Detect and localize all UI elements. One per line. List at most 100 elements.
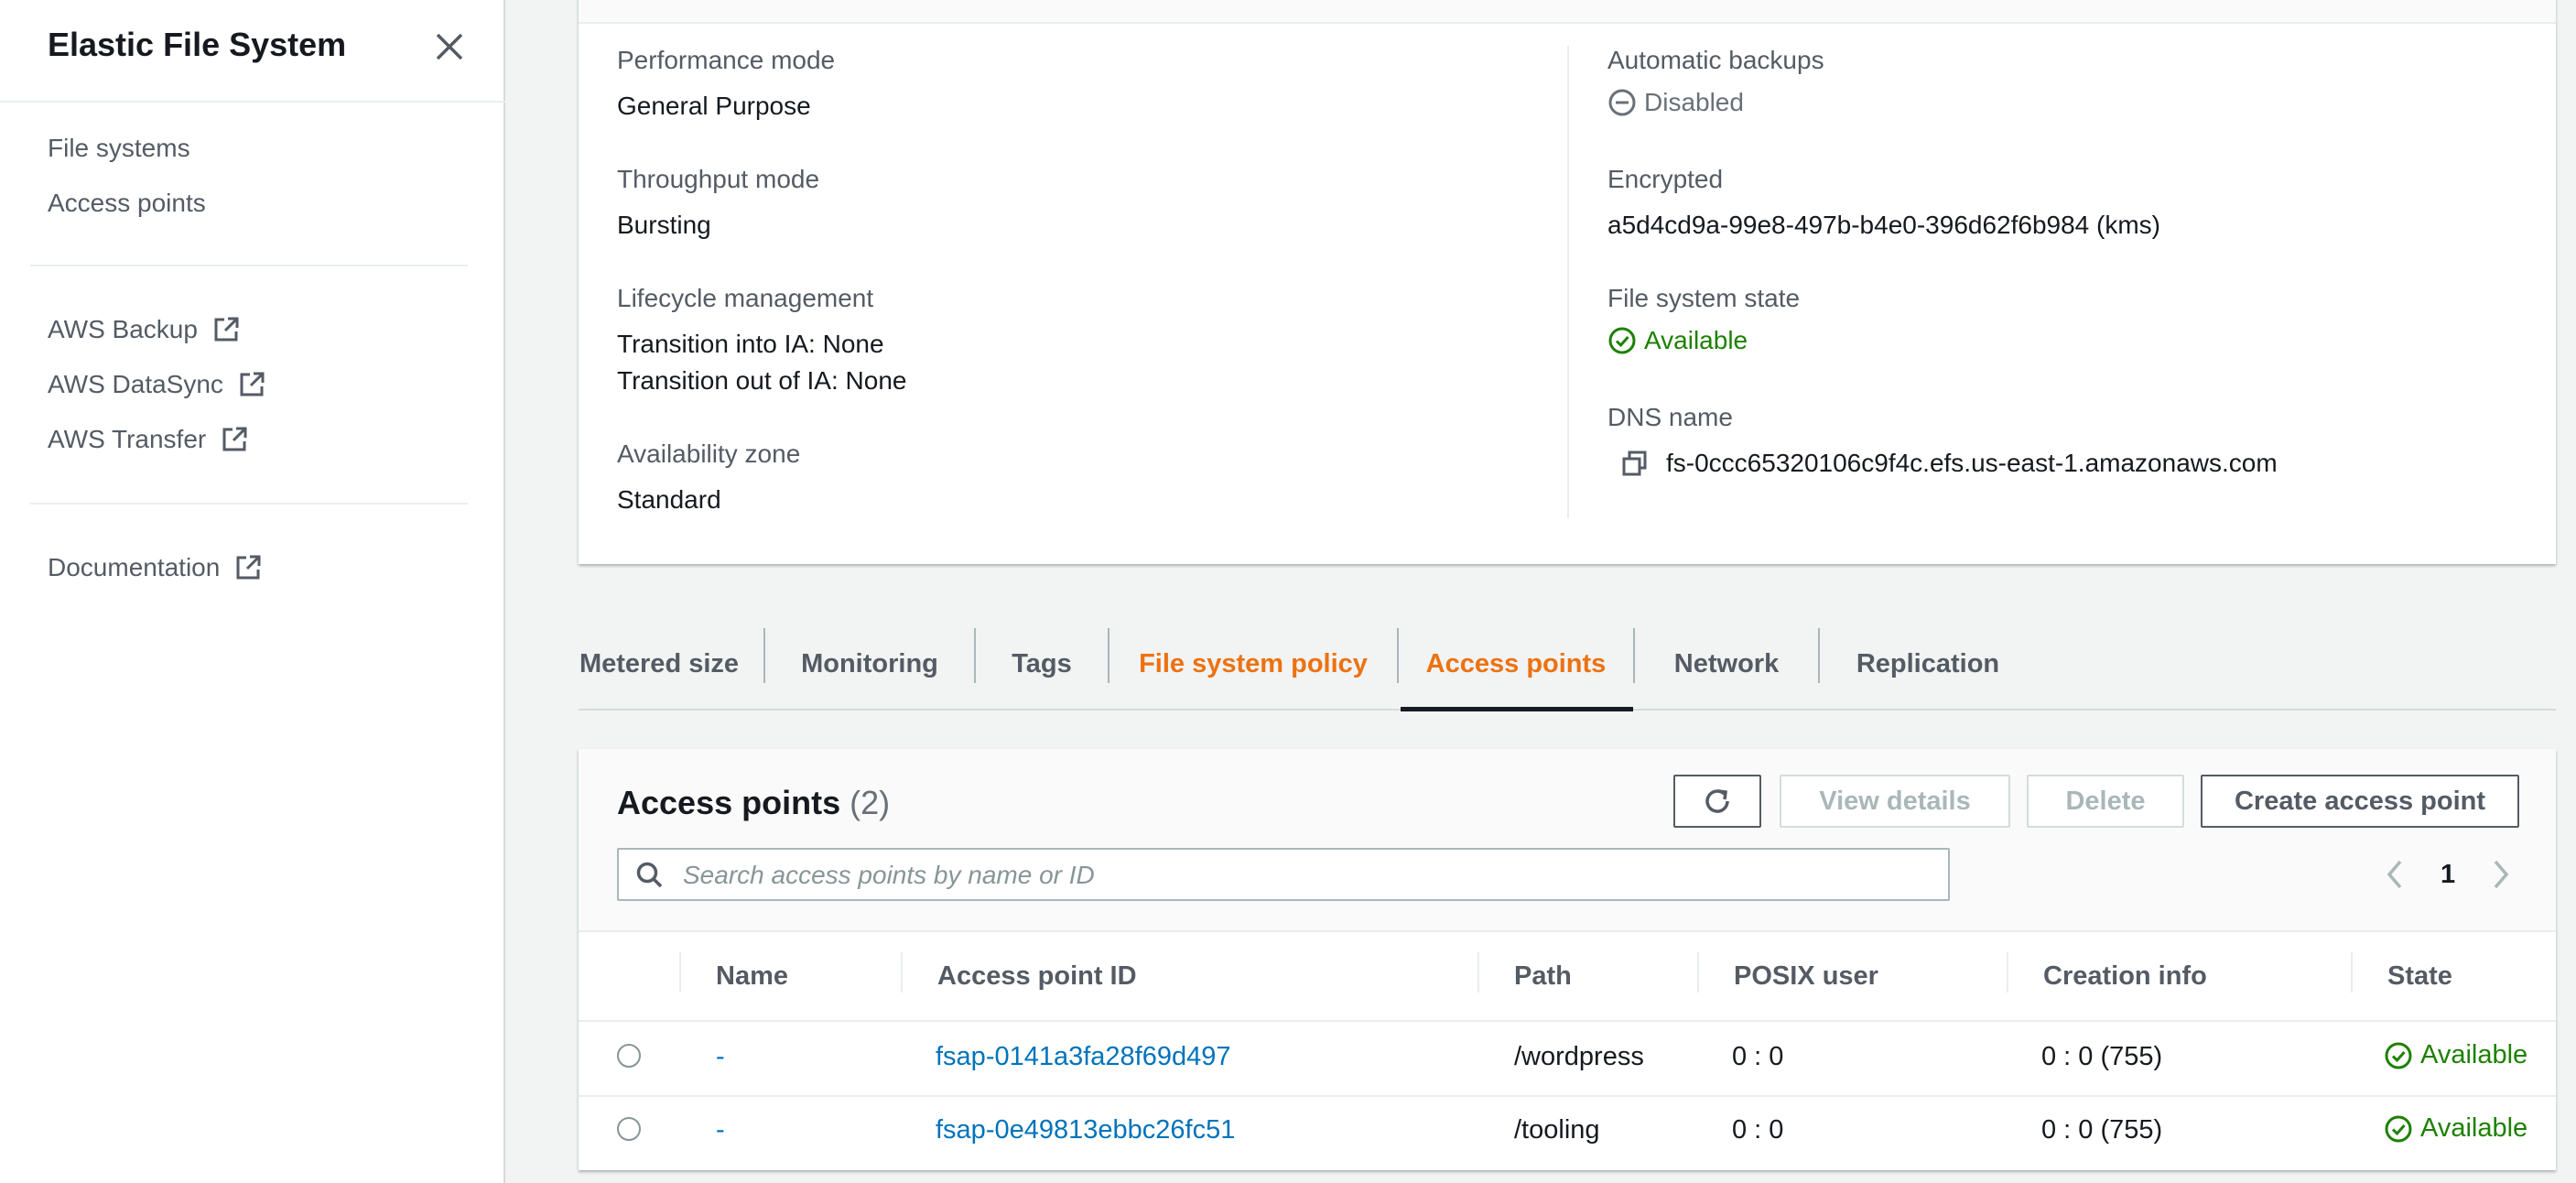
active-tab-indicator: [1401, 707, 1633, 711]
file-system-state-status: Available: [1607, 326, 1748, 355]
access-point-state: Available: [2384, 1113, 2527, 1144]
button-label: Delete: [2065, 786, 2146, 816]
performance-mode-label: Performance mode: [617, 46, 836, 74]
tab-label: Network: [1673, 648, 1780, 678]
create-access-point-button[interactable]: Create access point: [2201, 775, 2519, 828]
sidebar-item-access-points[interactable]: Access points: [48, 189, 206, 218]
button-label: Create access point: [2234, 786, 2485, 816]
access-point-name[interactable]: -: [716, 1042, 725, 1072]
external-link-icon: [222, 427, 247, 451]
column-separator: [1697, 952, 1699, 993]
sidebar-item-label: File systems: [48, 134, 190, 162]
column-header-access-point-id[interactable]: Access point ID: [937, 961, 1137, 992]
external-link-icon: [240, 372, 265, 396]
column-separator: [2351, 952, 2353, 993]
column-header-name[interactable]: Name: [716, 961, 788, 992]
row-divider: [579, 1020, 2556, 1022]
view-details-button[interactable]: View details: [1780, 775, 2010, 828]
tab-label: Replication: [1856, 648, 2000, 678]
tab-bar: Metered size Monitoring Tags File system…: [579, 619, 2556, 711]
encrypted-label: Encrypted: [1607, 165, 1724, 193]
sidebar-item-aws-datasync[interactable]: AWS DataSync: [48, 370, 265, 399]
chevron-right-icon[interactable]: [2486, 858, 2514, 891]
automatic-backups-label: Automatic backups: [1607, 46, 1824, 74]
external-link-icon: [236, 555, 261, 580]
access-points-panel: Access points (2) View details Delete Cr…: [579, 749, 2556, 1170]
throughput-mode-value: Bursting: [617, 211, 711, 239]
search-field[interactable]: [617, 848, 1950, 901]
external-link-icon: [214, 317, 239, 342]
column-separator: [679, 952, 681, 993]
tab-network[interactable]: Network: [1635, 619, 1818, 709]
column-separator: [1477, 952, 1479, 993]
access-point-id-link[interactable]: fsap-0141a3fa28f69d497: [936, 1042, 1231, 1072]
access-points-title-text: Access points: [617, 784, 841, 821]
check-circle-icon: [2385, 1042, 2412, 1069]
automatic-backups-status: Disabled: [1607, 88, 1744, 117]
tab-replication[interactable]: Replication: [1820, 619, 2036, 709]
general-details-panel: Performance mode General Purpose Through…: [579, 0, 2556, 564]
side-navigation: Elastic File System File systems Access …: [0, 0, 505, 1183]
column-header-state[interactable]: State: [2387, 961, 2452, 992]
column-header-posix-user[interactable]: POSIX user: [1734, 961, 1878, 992]
access-point-state: Available: [2384, 1040, 2527, 1070]
column-header-path[interactable]: Path: [1514, 961, 1572, 992]
access-points-count: (2): [850, 784, 891, 821]
file-system-state-value: Available: [1644, 326, 1748, 354]
close-icon[interactable]: [432, 29, 467, 64]
access-point-path: /tooling: [1514, 1115, 1600, 1145]
divider: [30, 265, 468, 266]
tab-access-points[interactable]: Access points: [1399, 619, 1633, 709]
sidebar-item-aws-transfer[interactable]: AWS Transfer: [48, 425, 248, 454]
check-circle-icon: [1608, 327, 1636, 354]
row-select-radio[interactable]: [617, 1117, 641, 1141]
access-point-id-link[interactable]: fsap-0e49813ebbc26fc51: [936, 1115, 1235, 1145]
tab-metered-size[interactable]: Metered size: [579, 619, 740, 709]
dns-name-row: fs-0ccc65320106c9f4c.efs.us-east-1.amazo…: [1620, 449, 2278, 478]
sidebar-item-aws-backup[interactable]: AWS Backup: [48, 315, 240, 344]
access-point-posix-user: 0 : 0: [1732, 1042, 1784, 1071]
access-point-creation-info: 0 : 0 (755): [2041, 1042, 2163, 1071]
search-input[interactable]: [681, 852, 1939, 899]
pagination: 1: [2382, 848, 2514, 901]
tab-tags[interactable]: Tags: [976, 619, 1108, 709]
availability-zone-value: Standard: [617, 485, 721, 514]
tab-monitoring[interactable]: Monitoring: [765, 619, 974, 709]
access-points-header: Access points (2) View details Delete Cr…: [579, 749, 2556, 932]
performance-mode-value: General Purpose: [617, 92, 811, 120]
button-label: View details: [1819, 786, 1971, 816]
access-point-name[interactable]: -: [716, 1115, 725, 1145]
sidebar-item-label: AWS Transfer: [48, 425, 207, 453]
sidebar-item-label: Access points: [48, 189, 206, 217]
row-select-radio[interactable]: [617, 1044, 641, 1068]
column-header-creation-info[interactable]: Creation info: [2043, 961, 2207, 992]
sidebar-title: Elastic File System: [48, 26, 347, 63]
tab-file-system-policy[interactable]: File system policy: [1109, 619, 1397, 709]
tab-label: Monitoring: [801, 648, 938, 678]
access-points-title: Access points (2): [617, 784, 890, 822]
refresh-button[interactable]: [1673, 775, 1761, 828]
divider: [0, 101, 505, 103]
chevron-left-icon[interactable]: [2382, 858, 2409, 891]
search-icon: [636, 862, 663, 888]
availability-zone-label: Availability zone: [617, 440, 801, 468]
state-label: Available: [2420, 1040, 2528, 1069]
tab-label: Metered size: [579, 648, 740, 678]
main-content: Performance mode General Purpose Through…: [505, 0, 2576, 1183]
sidebar-item-label: AWS Backup: [48, 315, 198, 343]
column-separator: [901, 952, 903, 993]
state-label: Available: [2420, 1113, 2528, 1143]
lifecycle-transition-out-of-ia: Transition out of IA: None: [617, 366, 907, 395]
automatic-backups-value: Disabled: [1644, 88, 1744, 116]
delete-button[interactable]: Delete: [2027, 775, 2184, 828]
sidebar-item-label: AWS DataSync: [48, 370, 223, 398]
column-divider: [1567, 46, 1569, 518]
row-divider: [579, 1095, 2556, 1097]
sidebar-item-documentation[interactable]: Documentation: [48, 553, 262, 582]
sidebar-item-file-systems[interactable]: File systems: [48, 134, 190, 163]
throughput-mode-label: Throughput mode: [617, 165, 820, 193]
panel-header-strip: [579, 0, 2556, 24]
copy-icon[interactable]: [1620, 449, 1650, 478]
page-number[interactable]: 1: [2441, 860, 2455, 890]
minus-circle-icon: [1608, 89, 1636, 116]
